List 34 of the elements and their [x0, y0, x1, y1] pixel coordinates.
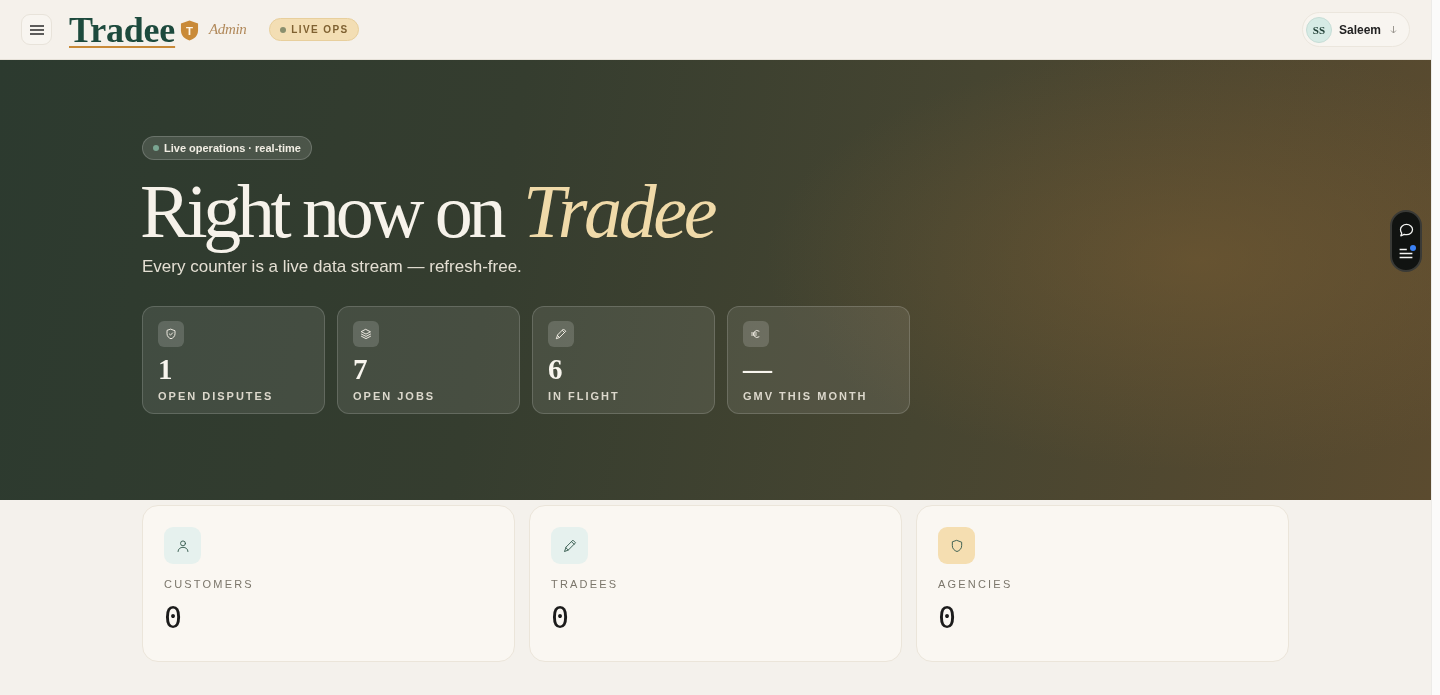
card-label: AGENCIES — [938, 578, 1014, 590]
card-value: 0 — [164, 600, 184, 636]
stat-value: 7 — [353, 353, 369, 385]
card-label: TRADEES — [551, 578, 620, 590]
stat-label: OPEN JOBS — [353, 390, 437, 402]
hero-subtitle: Every counter is a live data stream — refresh-free. — [142, 256, 522, 278]
layers-icon — [353, 321, 379, 347]
stat-value: 6 — [548, 353, 564, 385]
logo-badge: T — [180, 20, 200, 41]
logo[interactable]: Tradee — [69, 9, 176, 50]
live-badge-label: Live operations · real-time — [164, 142, 301, 154]
stat-value: — — [743, 353, 774, 385]
status-pill-label: LIVE OPS — [291, 24, 349, 35]
list-icon[interactable] — [1398, 247, 1414, 260]
role-label: Admin — [209, 21, 247, 38]
stat-label: OPEN DISPUTES — [158, 390, 275, 402]
hero-title: Right now on Tradee — [140, 171, 715, 251]
stat-label: IN FLIGHT — [548, 390, 621, 402]
stat-value: 1 — [158, 353, 174, 385]
status-dot-icon — [280, 26, 287, 33]
status-dot-icon — [153, 145, 159, 151]
avatar: SS — [1305, 16, 1332, 43]
user-menu-button[interactable]: SS Saleem — [1301, 12, 1410, 47]
stat-label: GMV THIS MONTH — [743, 390, 869, 402]
menu-icon[interactable] — [29, 24, 44, 35]
menu-button[interactable] — [21, 14, 52, 45]
arrow-down-icon — [1390, 25, 1397, 34]
card-value: 0 — [938, 600, 958, 636]
shield-check-icon — [158, 321, 184, 347]
pen-icon — [548, 321, 574, 347]
chat-icon[interactable] — [1397, 222, 1415, 239]
card-label: CUSTOMERS — [164, 578, 255, 590]
card-value: 0 — [551, 600, 571, 636]
euro-icon — [743, 321, 769, 347]
